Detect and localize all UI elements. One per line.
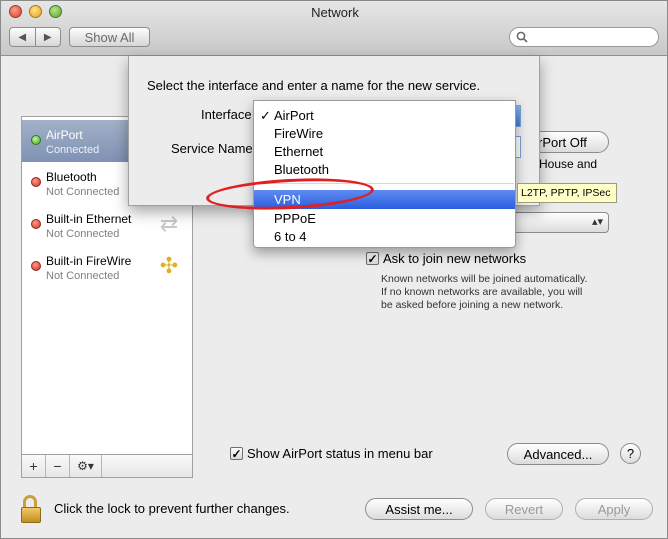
lock-icon[interactable]	[21, 495, 43, 523]
sheet-instruction: Select the interface and enter a name fo…	[147, 78, 481, 93]
service-name: Built-in Ethernet	[46, 212, 132, 226]
menu-item-bluetooth[interactable]: Bluetooth	[254, 160, 515, 179]
ask-join-desc-line2: If no known networks are available, you …	[381, 286, 583, 298]
ask-join-desc-line3: be asked before joining a new network.	[381, 299, 564, 311]
status-dot-icon	[31, 261, 41, 271]
show-status-label: Show AirPort status in menu bar	[247, 446, 433, 461]
service-item-ethernet[interactable]: Built-in Ethernet Not Connected ⇄	[22, 204, 192, 246]
firewire-icon: ✣	[159, 253, 179, 278]
show-all-button[interactable]: Show All	[69, 27, 150, 47]
ethernet-icon: ⇄	[159, 211, 179, 236]
menu-item-label: 6 to 4	[274, 229, 307, 244]
menu-item-6to4[interactable]: 6 to 4	[254, 227, 515, 246]
service-item-firewire[interactable]: Built-in FireWire Not Connected ✣	[22, 246, 192, 288]
menu-item-label: FireWire	[274, 126, 324, 141]
lock-text: Click the lock to prevent further change…	[54, 501, 290, 516]
menu-item-pppoe[interactable]: PPPoE	[254, 209, 515, 228]
apply-button[interactable]: Apply	[575, 498, 653, 520]
interface-label: Interface	[201, 107, 252, 122]
add-service-button[interactable]: +	[22, 455, 46, 477]
help-button[interactable]: ?	[620, 443, 641, 464]
service-status: Not Connected	[46, 228, 120, 240]
service-list-toolbar: + − ⚙▾	[21, 454, 193, 478]
service-name: AirPort	[46, 128, 83, 142]
menu-item-label: AirPort	[274, 108, 314, 123]
toolbar: Network ◀ ▶ Show All	[1, 1, 667, 56]
menu-item-label: Ethernet	[274, 144, 324, 159]
menu-item-airport[interactable]: ✓ AirPort	[254, 106, 515, 125]
status-dot-icon	[31, 219, 41, 229]
assist-me-button[interactable]: Assist me...	[365, 498, 473, 520]
turn-airport-off-button[interactable]: rPort Off	[531, 131, 609, 153]
service-name-label: Service Name	[171, 141, 253, 156]
status-dot-icon	[31, 135, 41, 145]
back-forward-control: ◀ ▶	[9, 27, 61, 47]
ask-join-desc-line1: Known networks will be joined automatica…	[381, 273, 588, 285]
network-name-popup[interactable]: ▴▾	[504, 212, 609, 233]
service-status: Not Connected	[46, 186, 120, 198]
window-title: Network	[311, 5, 359, 20]
search-field[interactable]	[509, 27, 659, 47]
network-window: Network ◀ ▶ Show All AirPort Connected B…	[0, 0, 668, 539]
ask-join-checkbox[interactable]: ✓	[366, 252, 379, 265]
advanced-button[interactable]: Advanced...	[507, 443, 609, 465]
forward-arrow-icon[interactable]: ▶	[34, 28, 61, 46]
service-name: Bluetooth	[46, 170, 97, 184]
action-menu-button[interactable]: ⚙▾	[70, 455, 102, 477]
show-status-checkbox[interactable]: ✓	[230, 447, 243, 460]
menu-item-label: Bluetooth	[274, 162, 329, 177]
service-name: Built-in FireWire	[46, 254, 132, 268]
revert-button[interactable]: Revert	[485, 498, 563, 520]
vpn-tooltip: L2TP, PPTP, IPSec	[517, 183, 617, 203]
remove-service-button[interactable]: −	[46, 455, 70, 477]
checkmark-icon: ✓	[260, 108, 271, 123]
back-arrow-icon[interactable]: ◀	[10, 28, 35, 46]
menu-item-firewire[interactable]: FireWire	[254, 124, 515, 143]
menu-item-ethernet[interactable]: Ethernet	[254, 142, 515, 161]
menu-item-label: PPPoE	[274, 211, 316, 226]
ask-join-label: Ask to join new networks	[383, 251, 527, 266]
service-status: Not Connected	[46, 270, 120, 282]
status-dot-icon	[31, 177, 41, 187]
network-status-text: House and	[539, 157, 598, 171]
search-icon	[516, 31, 528, 43]
interface-dropdown-menu: ✓ AirPort FireWire Ethernet Bluetooth VP…	[253, 100, 516, 248]
service-status: Connected	[46, 144, 100, 156]
